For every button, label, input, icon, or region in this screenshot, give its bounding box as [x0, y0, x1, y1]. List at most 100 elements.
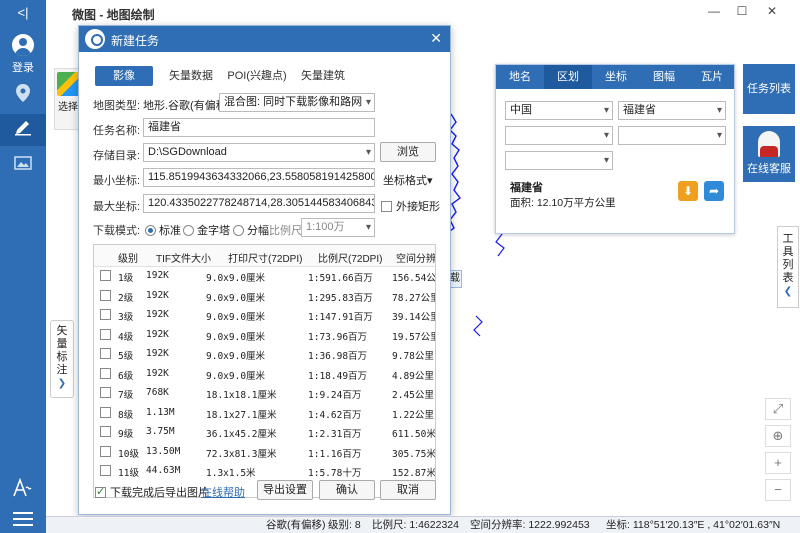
locate-icon[interactable]: ⊕	[765, 425, 791, 447]
table-row[interactable]: 2级 192K 9.0x9.0厘米 1:295.83百万 78.27公里	[94, 287, 435, 307]
province-select[interactable]: 福建省	[618, 101, 726, 120]
checkbox-icon[interactable]	[100, 328, 111, 340]
tab-place-name[interactable]: 地名	[496, 65, 544, 89]
table-row[interactable]: 3级 192K 9.0x9.0厘米 1:147.91百万 39.14公里	[94, 306, 436, 326]
download-icon[interactable]: ⬇	[678, 181, 698, 201]
checkbox-icon[interactable]	[100, 348, 111, 359]
tab-tile[interactable]: 瓦片	[688, 65, 736, 89]
table-cell: 152.87米	[392, 468, 436, 479]
table-row[interactable]: 8级 1.13M 18.1x27.1厘米 1:4.62百万 1.22公里	[94, 404, 435, 424]
menu-icon[interactable]	[0, 510, 46, 531]
city-select[interactable]	[505, 126, 613, 145]
export-settings-button[interactable]: 导出设置	[257, 480, 313, 500]
table-cell: 768K	[146, 387, 169, 398]
tab-sheet[interactable]: 图幅	[640, 65, 688, 89]
checkbox-icon[interactable]	[100, 426, 111, 437]
row-checkbox[interactable]	[100, 289, 111, 302]
vector-annotation-tab[interactable]: 矢 量 标 注 ❯	[50, 320, 74, 398]
outer-rect-label: 外接矩形	[396, 201, 440, 213]
mode-pyramid-radio[interactable]: 金字塔	[183, 222, 230, 238]
table-row[interactable]: 10级 13.50M 72.3x81.3厘米 1:1.16百万 305.75米	[94, 443, 435, 463]
row-checkbox[interactable]	[100, 328, 111, 341]
table-cell: 39.14公里	[392, 312, 436, 323]
row-checkbox[interactable]	[100, 445, 111, 458]
table-cell: 4.89公里	[392, 370, 434, 382]
min-coord-input[interactable]: 115.8519943634332066,23.5580581914258005	[143, 168, 375, 187]
browse-button[interactable]: 浏览	[380, 142, 436, 162]
tools-list-tab[interactable]: 工 具 列 表 ❮	[777, 226, 799, 308]
scale-select[interactable]: 1:100万	[301, 218, 375, 237]
tab-vector-data[interactable]: 矢量数据	[161, 66, 221, 86]
pencil-icon[interactable]	[0, 114, 46, 146]
row-checkbox[interactable]	[100, 348, 111, 360]
checkbox-icon[interactable]	[100, 270, 111, 281]
table-row[interactable]: 5级 192K 9.0x9.0厘米 1:36.98百万 9.78公里	[94, 345, 435, 365]
map-type-mode-select[interactable]: 混合图: 同时下载影像和路网	[219, 93, 375, 112]
minimize-button[interactable]: —	[704, 4, 724, 22]
table-row[interactable]: 7级 768K 18.1x18.1厘米 1:9.24百万 2.45公里	[94, 384, 435, 404]
tab-imagery[interactable]: 影像	[95, 66, 153, 86]
task-name-input[interactable]: 福建省	[143, 118, 375, 137]
zoom-in-icon[interactable]: +	[765, 452, 791, 474]
collapse-sidebar-button[interactable]: <|	[0, 0, 46, 26]
map-pin-icon[interactable]	[0, 80, 46, 112]
checkbox-icon[interactable]	[100, 406, 111, 418]
country-select[interactable]: 中国	[505, 101, 613, 120]
export-after-checkbox[interactable]: 下载完成后导出图片	[95, 484, 209, 500]
status-coords: 坐标: 118°51′20.13″E , 41°02′01.63″N	[606, 519, 781, 531]
checkbox-icon[interactable]	[100, 387, 111, 398]
table-row[interactable]: 4级 192K 9.0x9.0厘米 1:73.96百万 19.57公里	[94, 326, 435, 346]
row-checkbox[interactable]	[100, 367, 111, 380]
mode-tile-radio[interactable]: 分幅	[233, 222, 269, 238]
table-cell: 192K	[146, 270, 169, 281]
row-checkbox[interactable]	[100, 387, 111, 399]
mode-standard-radio[interactable]: 标准	[145, 222, 181, 238]
login-button[interactable]: 登录	[0, 34, 46, 75]
online-service-button[interactable]: 在线客服	[743, 126, 795, 182]
district-select[interactable]	[618, 126, 726, 145]
checkbox-icon[interactable]	[100, 289, 111, 301]
tab-vector-building[interactable]: 矢量建筑	[293, 66, 353, 86]
table-row[interactable]: 6级 192K 9.0x9.0厘米 1:18.49百万 4.89公里	[94, 365, 435, 385]
vector-tab-char: 注	[56, 364, 68, 376]
checkbox-icon[interactable]	[100, 465, 111, 476]
status-level: 级别: 8	[328, 519, 361, 531]
col-scale: 比例尺(72DPI)	[318, 254, 383, 265]
image-icon[interactable]	[0, 148, 46, 180]
checkbox-icon[interactable]	[100, 367, 111, 379]
vector-tab-char: 标	[56, 351, 68, 363]
online-help-link[interactable]: 在线帮助	[201, 484, 245, 500]
maximize-button[interactable]: ☐	[732, 4, 752, 22]
table-cell: 6级	[118, 370, 134, 382]
close-window-button[interactable]: ✕	[762, 4, 782, 22]
row-checkbox[interactable]	[100, 270, 111, 282]
tab-poi[interactable]: POI(兴趣点)	[225, 66, 289, 86]
table-cell: 1:2.31百万	[308, 429, 362, 440]
fullscreen-icon[interactable]: ⤢	[765, 398, 791, 420]
row-checkbox[interactable]	[100, 309, 111, 321]
tab-coordinate[interactable]: 坐标	[592, 65, 640, 89]
task-list-button[interactable]: 任务列表	[743, 64, 795, 114]
table-row[interactable]: 1级 192K 9.0x9.0厘米 1:591.66百万 156.54公里	[94, 267, 435, 287]
ok-button[interactable]: 确认	[319, 480, 375, 500]
close-icon[interactable]: ✕	[430, 30, 442, 47]
town-select[interactable]	[505, 151, 613, 170]
coord-format-dropdown[interactable]: 坐标格式▾	[383, 172, 433, 188]
map-type-value: 地形.谷歌(有偏移)	[143, 100, 231, 112]
checkbox-icon[interactable]	[100, 445, 111, 457]
checkbox-icon[interactable]	[100, 309, 111, 320]
table-cell: 13.50M	[146, 445, 181, 457]
cancel-button[interactable]: 取消	[380, 480, 436, 500]
row-checkbox[interactable]	[100, 426, 111, 438]
outer-rect-checkbox[interactable]: 外接矩形	[381, 198, 440, 214]
font-icon[interactable]	[0, 477, 46, 501]
max-coord-input[interactable]: 120.4335022778248714,28.3051445834068431	[143, 194, 375, 213]
zoom-out-icon[interactable]: −	[765, 479, 791, 501]
tab-division[interactable]: 区划	[544, 65, 592, 89]
table-row[interactable]: 11级 44.63M 1.3x1.5米 1:5.78十万 152.87米	[94, 462, 436, 482]
table-row[interactable]: 9级 3.75M 36.1x45.2厘米 1:2.31百万 611.50米	[94, 423, 435, 443]
row-checkbox[interactable]	[100, 465, 111, 477]
storage-select[interactable]: D:\SGDownload	[143, 143, 375, 162]
share-icon[interactable]: ➦	[704, 181, 724, 201]
row-checkbox[interactable]	[100, 406, 111, 419]
